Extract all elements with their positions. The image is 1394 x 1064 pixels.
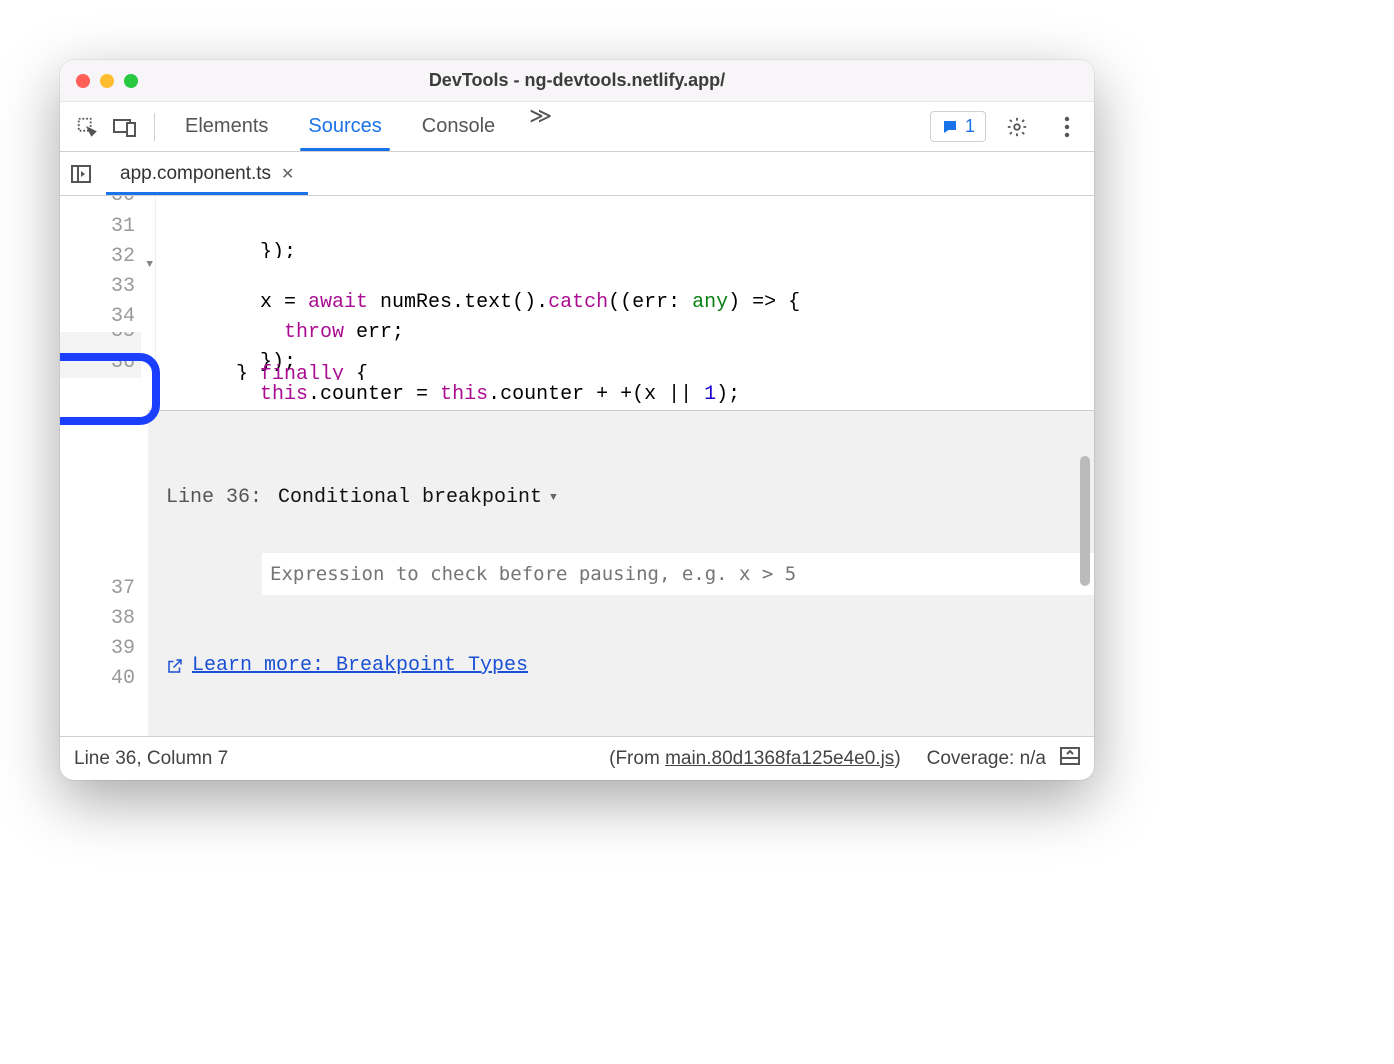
breakpoint-type-dropdown[interactable]: Conditional breakpoint [278,483,557,513]
breakpoint-learn-more-link[interactable]: Learn more: Breakpoint Types [166,651,1076,681]
close-tab-icon[interactable]: ✕ [281,164,294,184]
more-tabs-button[interactable]: ≫ [515,103,566,150]
device-toolbar-icon[interactable] [110,112,140,142]
maximize-window-button[interactable] [124,74,138,88]
navigator-toggle-icon[interactable] [66,165,96,183]
file-tabs-bar: app.component.ts ✕ [60,152,1094,196]
window-title: DevTools - ng-devtools.netlify.app/ [60,70,1094,91]
status-bar: Line 36, Column 7 (From main.80d1368fa12… [60,736,1094,780]
window-controls [76,74,138,88]
cursor-position: Line 36, Column 7 [74,748,228,770]
code-editor[interactable]: 3031323334353637383940 }); x = await num… [60,196,1094,736]
devtools-window: DevTools - ng-devtools.netlify.app/ Elem… [60,60,1094,780]
panel-tabs: Elements Sources Console ≫ [165,103,930,150]
tab-sources[interactable]: Sources [288,103,401,150]
main-toolbar: Elements Sources Console ≫ 1 [60,102,1094,152]
line-gutter[interactable]: 3031323334353637383940 [60,196,156,736]
tab-console[interactable]: Console [402,103,515,150]
settings-icon[interactable] [1002,112,1032,142]
close-window-button[interactable] [76,74,90,88]
kebab-menu-icon[interactable] [1052,112,1082,142]
titlebar: DevTools - ng-devtools.netlify.app/ [60,60,1094,102]
drawer-toggle-icon[interactable] [1060,747,1080,771]
coverage-info: Coverage: n/a [927,748,1046,770]
breakpoint-line-label: Line 36: [166,483,262,513]
breakpoint-condition-input[interactable] [262,553,1094,595]
toolbar-divider [154,113,155,141]
code-area[interactable]: }); x = await numRes.text().catch((err: … [156,196,1094,736]
file-tab[interactable]: app.component.ts ✕ [106,154,308,194]
issues-badge[interactable]: 1 [930,111,986,142]
issues-count: 1 [965,116,975,137]
inspect-element-icon[interactable] [72,112,102,142]
tab-elements[interactable]: Elements [165,103,288,150]
breakpoint-editor-panel: Line 36: Conditional breakpoint Learn mo… [148,410,1094,736]
source-map-info: (From main.80d1368fa125e4e0.js) [609,748,901,770]
minimize-window-button[interactable] [100,74,114,88]
scrollbar-thumb[interactable] [1080,456,1090,586]
learn-more-text: Learn more: Breakpoint Types [192,651,528,681]
source-map-link[interactable]: main.80d1368fa125e4e0.js [665,748,894,769]
file-tab-name: app.component.ts [120,163,271,185]
